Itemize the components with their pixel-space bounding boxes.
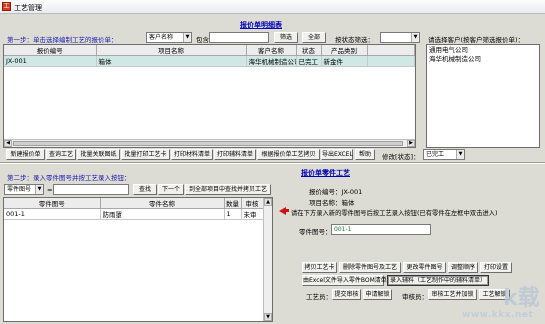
request-unlock-button[interactable]: 申请解锁 bbox=[363, 289, 392, 300]
search-field-select[interactable]: 零件图号 ▼ bbox=[4, 184, 44, 195]
status-filter-select[interactable]: ▼ bbox=[380, 32, 420, 43]
part-grid: 零件图号 零件名称 数量 审核 001-1 防雨罩 1 未审 bbox=[3, 197, 273, 322]
project-label: 项目名称：箱体 bbox=[309, 199, 355, 207]
col-header[interactable]: 零件图号 bbox=[4, 198, 101, 209]
status-change-label: 修改[状态]： bbox=[382, 153, 420, 161]
section-divider bbox=[0, 162, 545, 164]
list-item[interactable]: 通用电气公司 bbox=[429, 46, 537, 55]
col-header[interactable]: 零件名称 bbox=[100, 198, 225, 209]
print-settings-button[interactable]: 打印设置 bbox=[480, 262, 512, 273]
rename-part-button[interactable]: 更改零件图号 bbox=[403, 262, 446, 273]
step2-label: 第二步：录入零件图号并按工艺录入按钮： bbox=[7, 174, 131, 182]
table-row[interactable]: JX-001 箱体 海华机械制造公司 已完工 新金件 bbox=[4, 55, 415, 67]
chevron-down-icon: ▼ bbox=[456, 150, 464, 159]
print-craft-cards-button[interactable]: 批量打印工艺卡 bbox=[121, 149, 170, 160]
auditor-label: 审核员： bbox=[402, 293, 428, 301]
cell[interactable]: 已完工 bbox=[296, 55, 322, 67]
part-craft-title: 报价单零件工艺 bbox=[301, 169, 350, 177]
watermark-text: www.kkx.net bbox=[462, 310, 534, 320]
filter-value-input[interactable] bbox=[209, 32, 269, 43]
quote-grid: 报价编号 项目名称 客户名称 状态 产品类别 JX-001 箱体 海华机械制造公… bbox=[3, 44, 416, 148]
print-aux-materials-button[interactable]: 打印辅料清单 bbox=[214, 149, 256, 160]
scroll-right-icon[interactable]: ▶ bbox=[407, 140, 415, 147]
part-no-label: 零件图号： bbox=[299, 228, 332, 236]
window-title: 工艺管理 bbox=[14, 4, 42, 12]
copy-craft-card-button[interactable]: 拷贝工艺卡 bbox=[302, 262, 337, 273]
craftsman-label: 工艺员： bbox=[306, 293, 332, 301]
main-panel: 报价单明细表 第一步：单击选择编制工艺的报价单： 客户名称 ▼ 包含 筛选 全部 … bbox=[0, 14, 545, 324]
col-header[interactable]: 客户名称 bbox=[246, 45, 297, 56]
query-craft-button[interactable]: 查询工艺 bbox=[46, 149, 76, 160]
scroll-up-icon[interactable]: ▲ bbox=[264, 198, 272, 206]
cell[interactable]: 海华机械制造公司 bbox=[246, 55, 297, 67]
scroll-down-icon[interactable]: ▼ bbox=[264, 313, 272, 321]
cell[interactable]: 001-1 bbox=[4, 208, 101, 220]
customer-hint-label: 请选择客户(按客户筛选报价单)： bbox=[428, 36, 525, 44]
cell[interactable]: 防雨罩 bbox=[100, 208, 225, 220]
submit-audit-button[interactable]: 提交审核 bbox=[332, 289, 361, 300]
col-header[interactable]: 项目名称 bbox=[96, 45, 247, 56]
watermark-logo: k载 bbox=[503, 286, 540, 311]
part-grid-vscroll[interactable]: ▲ ▼ bbox=[263, 198, 272, 321]
reorder-button[interactable]: 调整顺序 bbox=[448, 262, 478, 273]
search-all-projects-button[interactable]: 到全部项目中查找并拷贝工艺 bbox=[185, 184, 271, 195]
delete-part-button[interactable]: 删除零件图号及工艺 bbox=[339, 262, 401, 273]
status-change-select[interactable]: 已完工 ▼ bbox=[423, 149, 465, 160]
table-row[interactable]: 001-1 防雨罩 1 未审 bbox=[4, 208, 272, 220]
import-bom-button[interactable]: 由Excel文件导入零件BOM清单 bbox=[302, 275, 387, 286]
col-header[interactable]: 状态 bbox=[296, 45, 322, 56]
window-title-bar: 工 工艺管理 bbox=[0, 0, 545, 14]
status-filter-label: 按状态筛选： bbox=[335, 36, 374, 44]
step1-label: 第一步：单击选择编制工艺的报价单： bbox=[7, 36, 118, 44]
scroll-thumb[interactable] bbox=[13, 141, 403, 146]
search-op-label: = bbox=[47, 186, 53, 194]
find-next-button[interactable]: 下一个 bbox=[158, 184, 184, 195]
export-excel-button[interactable]: 导出EXCEL bbox=[321, 149, 353, 160]
quote-detail-title: 报价单明细表 bbox=[240, 21, 282, 29]
col-header[interactable]: 审核 bbox=[241, 198, 264, 209]
filter-field-select[interactable]: 客户名称 ▼ bbox=[146, 32, 192, 43]
cell[interactable]: JX-001 bbox=[4, 55, 97, 67]
find-button[interactable]: 查找 bbox=[133, 184, 157, 195]
enter-materials-button[interactable]: 录入辅料（工艺制作中的辅料清单） bbox=[387, 275, 489, 286]
audit-lock-button[interactable]: 审核工艺并加锁 bbox=[428, 289, 477, 300]
col-header[interactable]: 数量 bbox=[224, 198, 242, 209]
cell[interactable]: 箱体 bbox=[96, 55, 247, 67]
print-materials-button[interactable]: 打印材料清单 bbox=[171, 149, 213, 160]
project-value: 箱体 bbox=[341, 199, 355, 207]
scroll-left-icon[interactable]: ◀ bbox=[4, 140, 12, 147]
filter-op-label: 包含 bbox=[196, 36, 209, 44]
quote-no-label: 报价编号：JX-001 bbox=[309, 188, 363, 196]
app-icon: 工 bbox=[2, 2, 11, 11]
red-arrow-tail bbox=[285, 209, 289, 212]
chevron-down-icon: ▼ bbox=[411, 33, 419, 42]
quote-grid-hscroll[interactable]: ◀ ▶ bbox=[4, 139, 415, 147]
cell[interactable]: 新金件 bbox=[321, 55, 368, 67]
col-header[interactable]: 报价编号 bbox=[4, 45, 97, 56]
quote-no-value: JX-001 bbox=[341, 188, 363, 196]
col-header[interactable]: 产品类别 bbox=[321, 45, 368, 56]
filter-button[interactable]: 筛选 bbox=[274, 32, 298, 43]
copy-from-quote-button[interactable]: 根据报价单工艺拷贝 bbox=[257, 149, 320, 160]
cell[interactable]: 未审 bbox=[241, 208, 264, 220]
chevron-down-icon: ▼ bbox=[183, 33, 191, 42]
instruction-text: 请在下方录入新的零件图号后按工艺录入按钮(已有零件在左框中双击进入) bbox=[291, 210, 498, 217]
customer-list: 通用电气公司 海华机械制造公司 bbox=[426, 44, 540, 148]
cell[interactable]: 1 bbox=[224, 208, 242, 220]
new-quote-button[interactable]: 新建报价单 bbox=[6, 149, 45, 160]
list-item[interactable]: 海华机械制造公司 bbox=[429, 55, 537, 64]
all-button[interactable]: 全部 bbox=[302, 32, 326, 43]
help-button[interactable]: 帮助 bbox=[355, 149, 375, 160]
search-value-input[interactable] bbox=[53, 184, 129, 195]
chevron-down-icon: ▼ bbox=[35, 185, 43, 194]
part-no-input[interactable]: 001-1 bbox=[331, 224, 431, 235]
link-drawings-button[interactable]: 批量关联图纸 bbox=[77, 149, 120, 160]
